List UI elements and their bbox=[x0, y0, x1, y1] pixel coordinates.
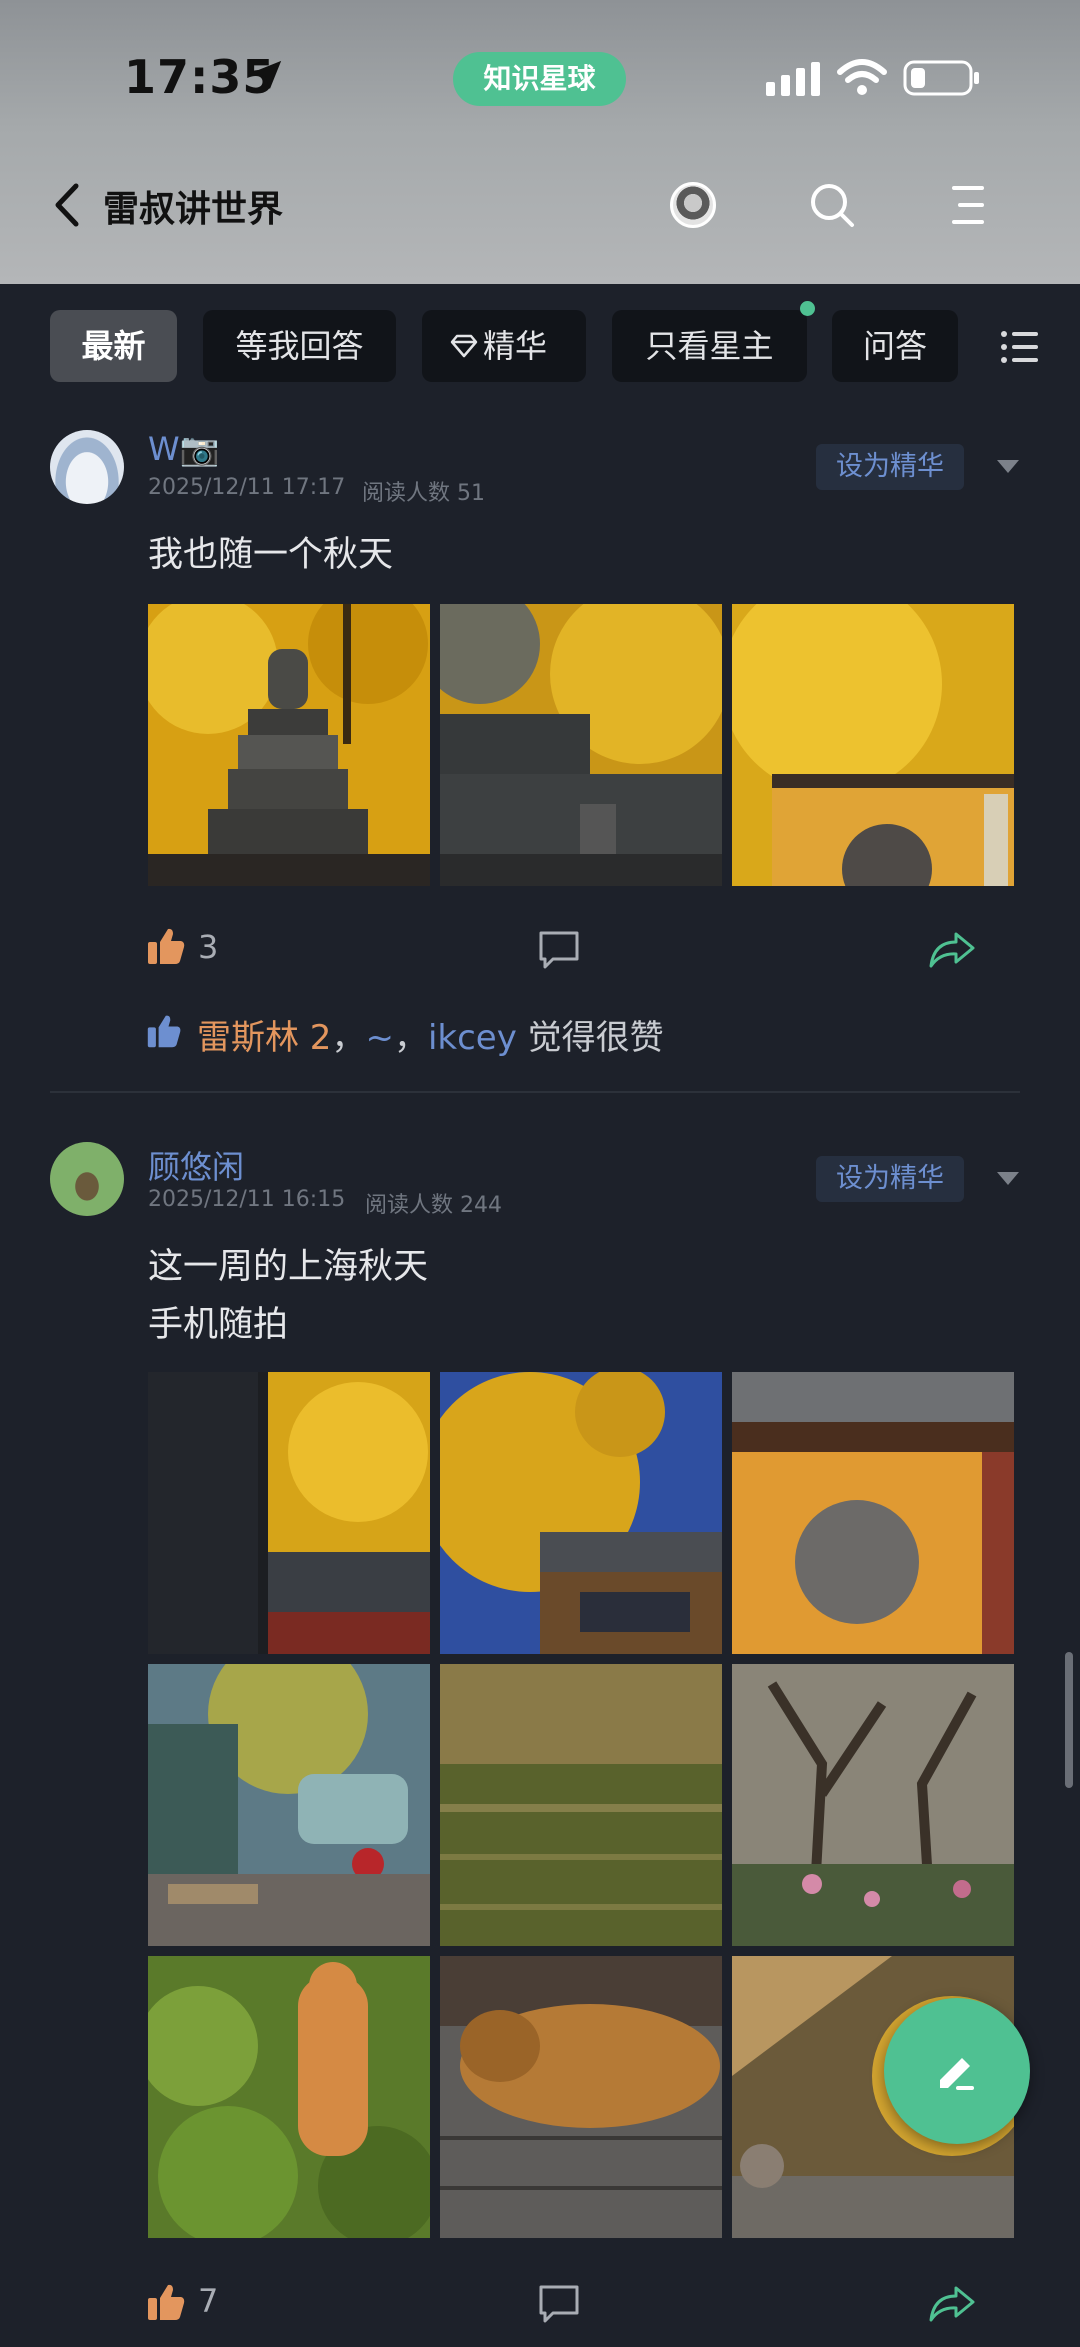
tab-latest[interactable]: 最新 bbox=[50, 310, 177, 382]
post-photo[interactable] bbox=[732, 604, 1014, 886]
thumbs-up-icon[interactable] bbox=[146, 926, 186, 966]
post-photo[interactable] bbox=[732, 1664, 1014, 1946]
share-icon[interactable] bbox=[928, 2284, 976, 2324]
post-photo[interactable] bbox=[148, 1956, 430, 2238]
tab-featured-label: 精华 bbox=[483, 327, 548, 365]
tab-featured[interactable]: 精华 bbox=[422, 310, 586, 382]
tab-waiting-answer[interactable]: 等我回答 bbox=[203, 310, 396, 382]
liker-name[interactable]: 雷斯林 2 bbox=[197, 1018, 331, 1058]
group-avatar[interactable] bbox=[670, 182, 716, 228]
thumbs-up-icon bbox=[147, 1015, 181, 1048]
compose-button[interactable] bbox=[884, 1998, 1030, 2144]
post-date: 2025/12/11 16:15 bbox=[148, 1187, 346, 1212]
wifi-icon bbox=[837, 59, 887, 95]
location-arrow-icon bbox=[252, 60, 282, 90]
search-icon[interactable] bbox=[808, 181, 856, 229]
battery-icon bbox=[903, 60, 979, 96]
new-dot-badge bbox=[800, 301, 815, 316]
thumbs-up-icon[interactable] bbox=[146, 2282, 186, 2322]
list-menu-icon[interactable] bbox=[1000, 330, 1040, 364]
page-title: 雷叔讲世界 bbox=[103, 189, 284, 230]
post-read-count: 阅读人数 244 bbox=[365, 1193, 502, 1218]
post-text: 我也随一个秋天 bbox=[148, 535, 394, 575]
post-username[interactable]: 顾悠闲 bbox=[148, 1142, 244, 1188]
post-date: 2025/12/11 17:17 bbox=[148, 475, 346, 500]
avatar[interactable] bbox=[50, 430, 124, 504]
post-photo[interactable] bbox=[440, 604, 722, 886]
header-bar bbox=[0, 0, 1080, 284]
post-divider bbox=[50, 1091, 1020, 1093]
post-photo[interactable] bbox=[732, 1372, 1014, 1654]
menu-icon[interactable] bbox=[948, 184, 988, 226]
back-chevron-icon[interactable] bbox=[52, 180, 82, 230]
tab-qa[interactable]: 问答 bbox=[832, 310, 958, 382]
likers-line: 雷斯林 2，~，ikcey 觉得很赞 bbox=[197, 1018, 664, 1058]
tab-owner-only[interactable]: 只看星主 bbox=[612, 310, 807, 382]
comment-icon[interactable] bbox=[538, 930, 580, 970]
share-icon[interactable] bbox=[928, 930, 976, 970]
post-photo[interactable] bbox=[148, 1664, 430, 1946]
like-count: 7 bbox=[198, 2282, 219, 2320]
post-username[interactable]: W📷 bbox=[148, 430, 219, 468]
cellular-signal-icon bbox=[766, 62, 820, 96]
app-status-pill: 知识星球 bbox=[453, 52, 626, 106]
set-featured-button[interactable]: 设为精华 bbox=[816, 444, 964, 490]
scrollbar[interactable] bbox=[1065, 1652, 1073, 1788]
post-photo[interactable] bbox=[440, 1956, 722, 2238]
comment-icon[interactable] bbox=[538, 2284, 580, 2324]
like-count: 3 bbox=[198, 928, 219, 966]
post-photo[interactable] bbox=[148, 604, 430, 886]
post-photo[interactable] bbox=[148, 1372, 430, 1654]
set-featured-button[interactable]: 设为精华 bbox=[816, 1156, 964, 1202]
more-caret-icon[interactable] bbox=[997, 460, 1019, 473]
avatar[interactable] bbox=[50, 1142, 124, 1216]
post-read-count: 阅读人数 51 bbox=[362, 481, 485, 506]
post-photo[interactable] bbox=[440, 1372, 722, 1654]
post-photo[interactable] bbox=[440, 1664, 722, 1946]
liker-name[interactable]: ikcey bbox=[428, 1018, 517, 1058]
liker-name[interactable]: ~ bbox=[365, 1018, 394, 1058]
pencil-icon bbox=[940, 2058, 974, 2090]
post-text: 这一周的上海秋天 手机随拍 bbox=[148, 1247, 429, 1345]
diamond-icon bbox=[450, 334, 478, 358]
more-caret-icon[interactable] bbox=[997, 1172, 1019, 1185]
